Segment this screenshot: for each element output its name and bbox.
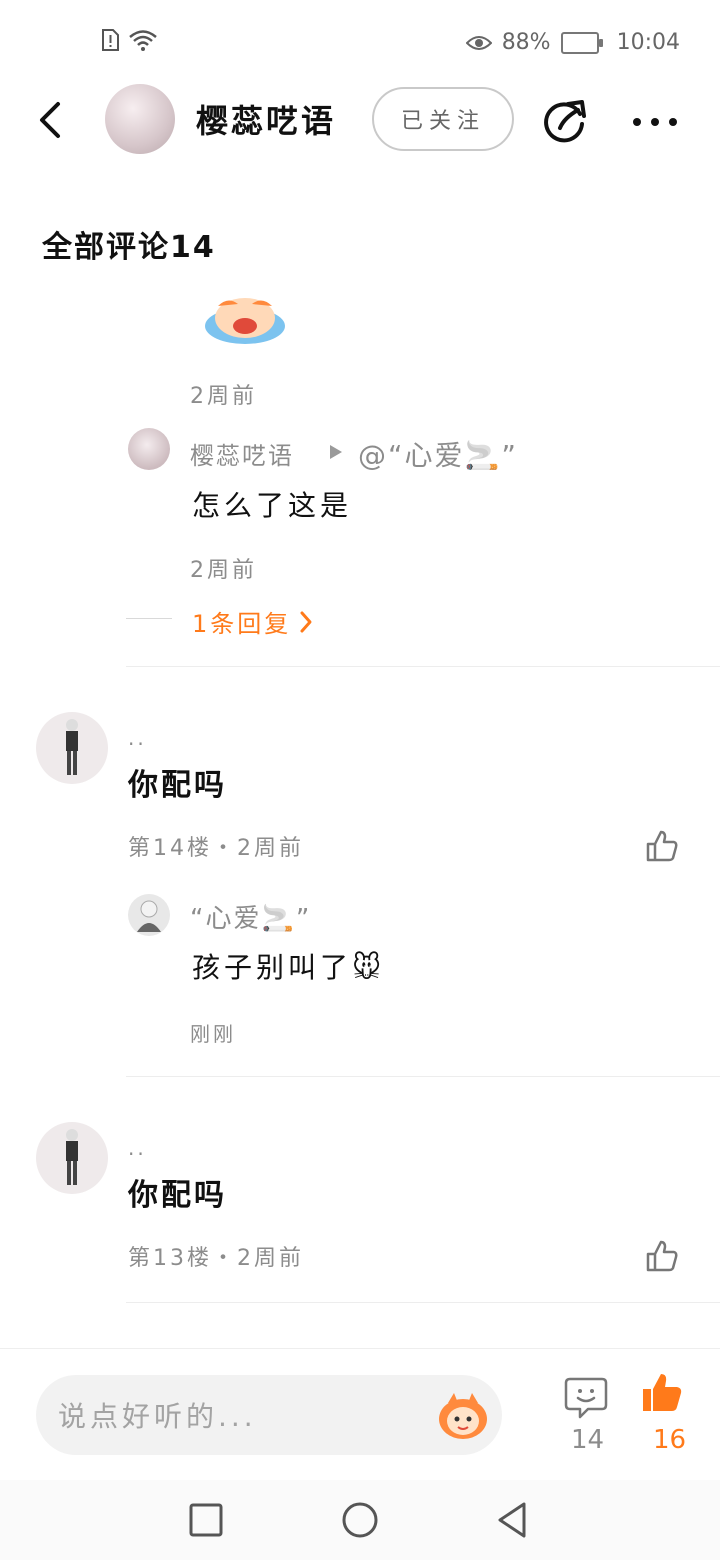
comment-input-placeholder[interactable]: 说点好听的... <box>58 1395 257 1435</box>
thumbs-up-filled-icon[interactable] <box>640 1371 684 1415</box>
recent-apps-icon[interactable] <box>188 1502 224 1538</box>
thumbs-up-icon[interactable] <box>644 1238 680 1274</box>
more-replies-line <box>126 618 172 619</box>
reply-text: 孩子别叫了🐭 <box>192 951 386 984</box>
more-replies-label[interactable]: 1条回复 <box>192 604 291 639</box>
status-bar: 88% 10:04 <box>0 0 720 84</box>
crying-sticker-icon <box>205 298 285 344</box>
figure-avatar-icon <box>66 719 78 775</box>
comment-meta: 第14楼・2周前 <box>128 836 304 861</box>
comment-divider <box>126 1302 720 1303</box>
boy-avatar-icon <box>137 900 161 932</box>
author-name[interactable]: 樱蕊呓语 <box>196 96 336 142</box>
commenter-name[interactable]: .. <box>128 1136 147 1160</box>
reply-avatar[interactable] <box>128 894 170 936</box>
commenter-avatar[interactable] <box>36 1122 108 1194</box>
like-count: 16 <box>653 1425 687 1455</box>
comment-text: 你配吗 <box>128 768 227 803</box>
figure-avatar-icon <box>66 1129 78 1185</box>
comment-input[interactable]: 说点好听的... <box>36 1375 502 1455</box>
more-options-icon[interactable] <box>630 112 680 132</box>
status-time: 10:04 <box>616 30 680 55</box>
reply-avatar[interactable] <box>128 428 170 470</box>
wifi-icon <box>129 30 157 51</box>
author-avatar[interactable] <box>105 84 175 154</box>
back-triangle-icon[interactable] <box>494 1500 530 1540</box>
comment-time: 2周前 <box>190 384 257 409</box>
share-icon[interactable] <box>540 94 592 146</box>
thumbs-up-icon[interactable] <box>644 828 680 864</box>
reply-from-name[interactable]: 樱蕊呓语 <box>190 436 294 471</box>
reply-to-name[interactable]: @“心爱🚬” <box>358 434 518 474</box>
emoji-sticker-icon[interactable] <box>434 1387 492 1443</box>
home-icon[interactable] <box>340 1500 380 1540</box>
comment-icon[interactable] <box>564 1375 608 1419</box>
chevron-right-icon <box>300 611 312 632</box>
status-right: 88% 10:04 <box>465 30 680 55</box>
bottom-comment-bar: 说点好听的... 14 16 <box>0 1348 720 1481</box>
reply-text: 怎么了这是 <box>192 489 353 522</box>
system-navigation-bar <box>0 1480 720 1560</box>
reply-time: 刚刚 <box>190 1022 236 1046</box>
follow-button[interactable]: 已关注 <box>372 87 514 151</box>
comment-divider <box>126 1076 720 1077</box>
back-arrow-icon[interactable] <box>30 100 70 140</box>
commenter-avatar[interactable] <box>36 712 108 784</box>
battery-icon <box>560 31 603 54</box>
more-replies-link[interactable]: 1条回复 <box>192 604 313 639</box>
reply-time: 2周前 <box>190 558 257 583</box>
thread-divider <box>126 666 720 667</box>
comment-count: 14 <box>571 1425 605 1455</box>
status-left-icons <box>100 28 158 52</box>
reply-arrow-icon <box>330 445 342 459</box>
top-app-bar: 樱蕊呓语 已关注 <box>0 84 720 156</box>
comment-meta: 第13楼・2周前 <box>128 1246 304 1271</box>
sim-alert-icon <box>102 29 119 51</box>
commenter-name[interactable]: .. <box>128 726 147 750</box>
battery-percent: 88% <box>501 30 551 55</box>
comment-text: 你配吗 <box>128 1178 227 1213</box>
reply-user-name[interactable]: “心爱🚬” <box>190 898 311 935</box>
comments-section-title: 全部评论14 <box>42 230 216 265</box>
eye-icon <box>465 35 492 50</box>
